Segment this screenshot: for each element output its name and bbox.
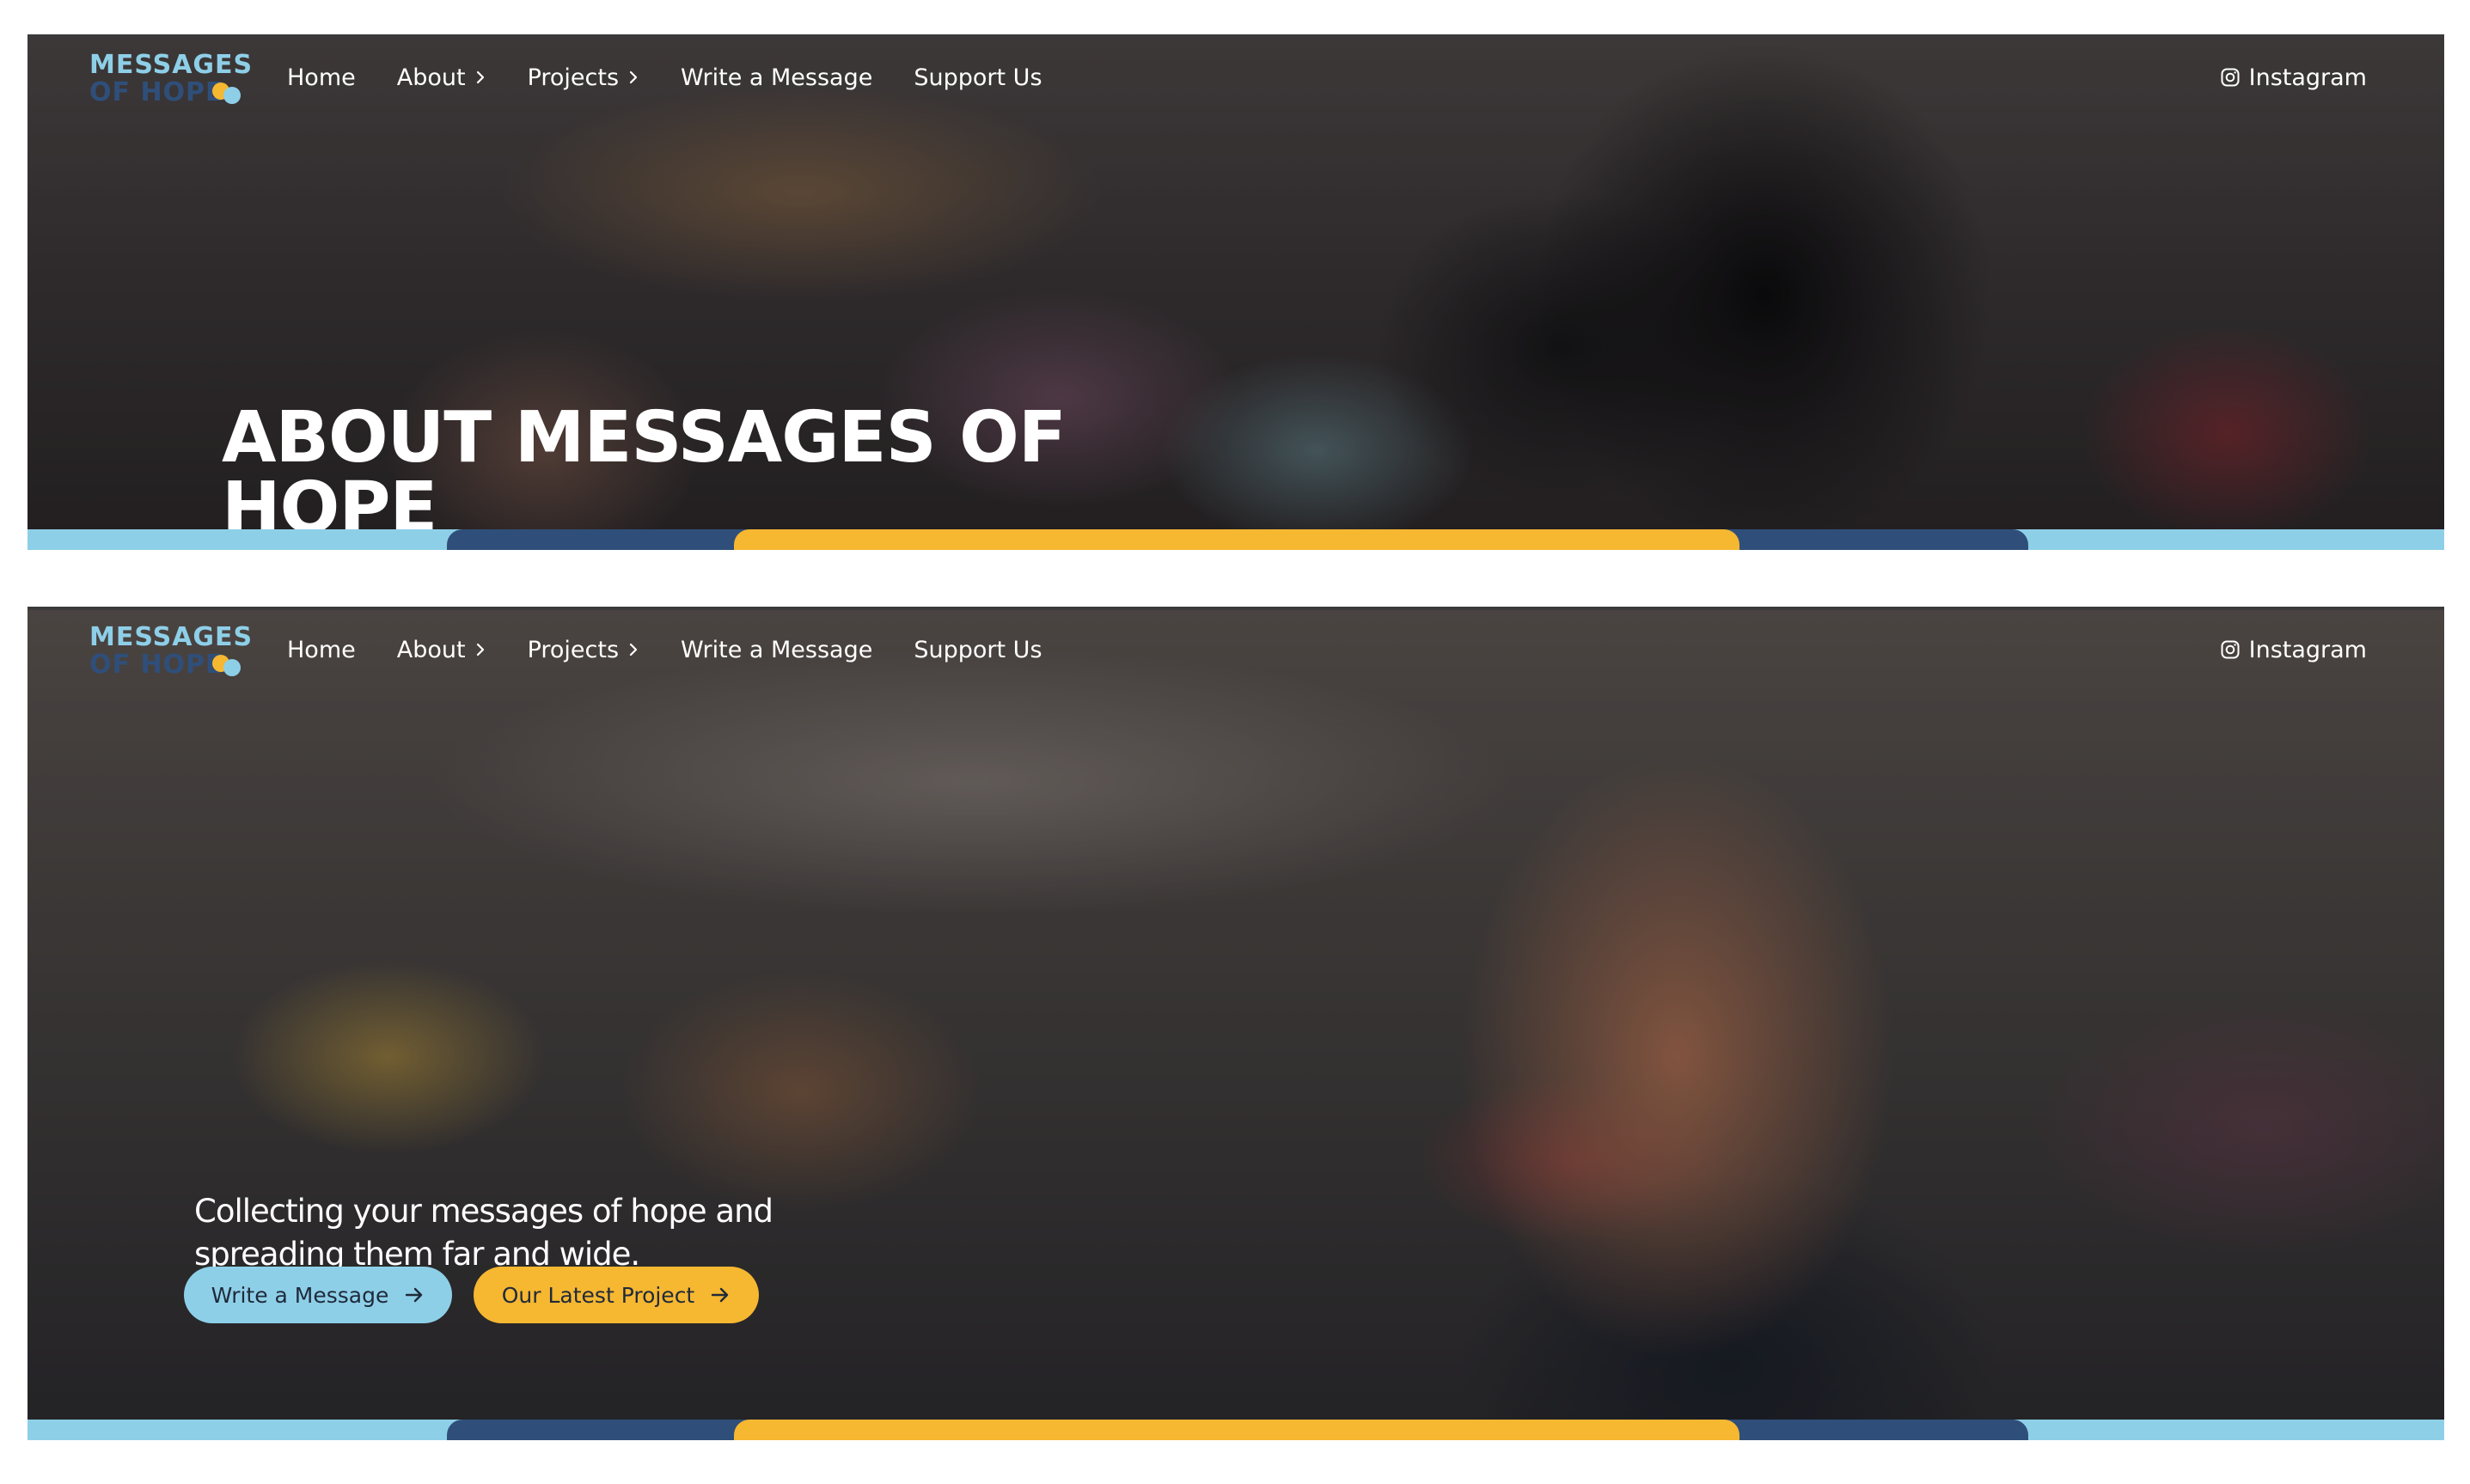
nav-item-about[interactable]: About [397, 637, 486, 663]
nav-item-write-a-message[interactable]: Write a Message [681, 637, 872, 663]
decorative-wave-band [28, 529, 2444, 550]
nav-item-label: Support Us [914, 636, 1042, 663]
site-logo[interactable]: MESSAGES OF HOPE [89, 624, 253, 679]
decorative-wave-band [28, 1420, 2444, 1440]
chevron-right-icon [629, 70, 638, 84]
nav-item-label: About [396, 636, 466, 663]
logo-text-line-1: MESSAGES [89, 622, 254, 652]
instagram-link[interactable]: Instagram [2220, 38, 2367, 117]
nav-item-support-us[interactable]: Support Us [914, 637, 1042, 663]
speech-bubbles-icon [212, 655, 241, 676]
site-header: MESSAGES OF HOPE Home About Projects Wri… [28, 38, 2444, 117]
logo-text-line-2: OF HOPE [89, 650, 224, 680]
main-navigation: Home About Projects Write a Message Supp… [287, 610, 1042, 689]
instagram-label: Instagram [2248, 636, 2367, 663]
nav-item-label: Projects [527, 636, 620, 663]
arrow-right-icon [406, 1287, 423, 1303]
nav-item-support-us[interactable]: Support Us [914, 64, 1042, 91]
logo-text-line-1: MESSAGES [89, 50, 254, 80]
site-header: MESSAGES OF HOPE Home About Projects Wri… [28, 610, 2444, 689]
nav-item-label: Projects [527, 64, 620, 91]
home-hero-screenshot: MESSAGES OF HOPE Home About Projects Wri… [28, 607, 2444, 1440]
page-title: ABOUT MESSAGES OF HOPE [222, 396, 1067, 549]
instagram-link[interactable]: Instagram [2220, 610, 2367, 689]
nav-item-projects[interactable]: Projects [528, 64, 639, 91]
nav-item-home[interactable]: Home [287, 64, 356, 91]
about-hero-screenshot: MESSAGES OF HOPE Home About Projects Wri… [28, 34, 2444, 550]
instagram-icon [2221, 68, 2240, 87]
hero-tagline: Collecting your messages of hope and spr… [194, 1193, 773, 1273]
instagram-icon [2221, 640, 2240, 659]
speech-bubbles-icon [212, 82, 241, 104]
our-latest-project-button[interactable]: Our Latest Project [474, 1267, 759, 1323]
nav-item-label: Home [287, 636, 356, 663]
site-logo[interactable]: MESSAGES OF HOPE [89, 52, 253, 107]
instagram-label: Instagram [2248, 64, 2367, 91]
write-a-message-button[interactable]: Write a Message [184, 1267, 452, 1323]
nav-item-label: Write a Message [681, 64, 873, 91]
main-navigation: Home About Projects Write a Message Supp… [287, 38, 1042, 117]
nav-item-about[interactable]: About [397, 64, 486, 91]
chevron-right-icon [629, 643, 638, 657]
button-label: Our Latest Project [501, 1282, 695, 1308]
logo-text-line-2: OF HOPE [89, 77, 224, 107]
chevron-right-icon [476, 643, 484, 657]
nav-item-label: About [396, 64, 466, 91]
nav-item-home[interactable]: Home [287, 637, 356, 663]
arrow-right-icon [712, 1287, 729, 1303]
nav-item-label: Write a Message [681, 636, 873, 663]
button-label: Write a Message [211, 1282, 389, 1308]
chevron-right-icon [476, 70, 484, 84]
nav-item-label: Support Us [914, 64, 1042, 91]
nav-item-projects[interactable]: Projects [528, 637, 639, 663]
nav-item-write-a-message[interactable]: Write a Message [681, 64, 872, 91]
nav-item-label: Home [287, 64, 356, 91]
